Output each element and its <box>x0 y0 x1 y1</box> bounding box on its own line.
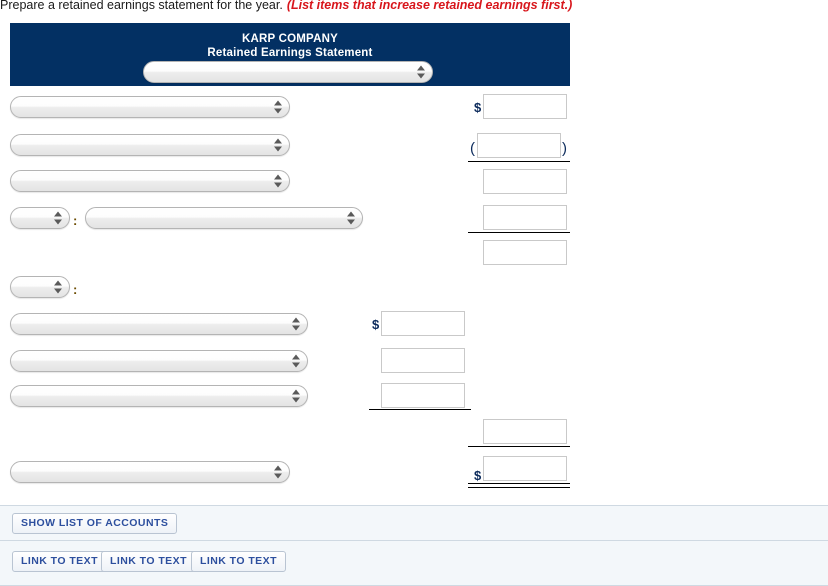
link-to-text-button-1[interactable]: LINK TO TEXT <box>12 551 107 572</box>
row-2-select-wrap[interactable] <box>10 134 290 156</box>
statement-period-select-wrap[interactable] <box>143 61 433 83</box>
row-4-amount-input[interactable] <box>483 205 567 230</box>
action-footer: SHOW LIST OF ACCOUNTS LINK TO TEXT LINK … <box>0 505 828 586</box>
row-9-select-wrap[interactable] <box>10 385 308 407</box>
row-6-separator: : <box>73 282 78 297</box>
row-2-amount-input[interactable] <box>477 133 561 158</box>
row-4-select-wrap[interactable] <box>85 207 363 229</box>
show-list-of-accounts-button[interactable]: SHOW LIST OF ACCOUNTS <box>12 513 178 534</box>
row-9-account-select[interactable] <box>10 385 308 407</box>
row-1-currency-symbol: $ <box>474 100 482 115</box>
row-2-underline <box>468 161 570 162</box>
row-8-account-select[interactable] <box>10 350 308 372</box>
row-7-account-select[interactable] <box>10 313 308 335</box>
row-8-select-wrap[interactable] <box>10 350 308 372</box>
question-prompt: Prepare a retained earnings statement fo… <box>0 0 828 12</box>
row-9-amount-input[interactable] <box>381 383 465 408</box>
row-3-account-select[interactable] <box>10 170 290 192</box>
row-11-account-select[interactable] <box>10 461 290 483</box>
row-11-select-wrap[interactable] <box>10 461 290 483</box>
row-3-amount-input[interactable] <box>483 169 567 194</box>
row-4-account-select[interactable] <box>85 207 363 229</box>
statement-title: Retained Earnings Statement <box>207 47 373 59</box>
row-3-select-wrap[interactable] <box>10 170 290 192</box>
prompt-hint: (List items that increase retained earni… <box>286 0 573 12</box>
row-5-subtotal-input[interactable] <box>483 240 567 265</box>
row-4-separator: : <box>73 213 78 228</box>
row-6-period-select[interactable] <box>10 276 70 298</box>
statement-period-select[interactable] <box>143 61 433 83</box>
prompt-text: Prepare a retained earnings statement fo… <box>0 0 283 12</box>
row-4-small-select-wrap[interactable] <box>10 207 70 229</box>
company-name: KARP COMPANY <box>242 33 338 45</box>
row-11-total-input[interactable] <box>483 456 567 481</box>
row-11-currency-symbol: $ <box>474 468 482 483</box>
row-9-underline <box>369 409 471 410</box>
row-8-amount-input[interactable] <box>381 348 465 373</box>
row-10-underline <box>468 446 570 447</box>
row-7-amount-input[interactable] <box>381 311 465 336</box>
row-11-double-underline <box>468 483 570 488</box>
row-2-close-paren: ) <box>562 140 567 157</box>
row-7-currency-symbol: $ <box>372 317 380 332</box>
link-to-text-button-2[interactable]: LINK TO TEXT <box>101 551 196 572</box>
row-7-select-wrap[interactable] <box>10 313 308 335</box>
row-4-period-select[interactable] <box>10 207 70 229</box>
link-to-text-button-3[interactable]: LINK TO TEXT <box>191 551 286 572</box>
row-1-select-wrap[interactable] <box>10 96 290 118</box>
row-10-subtotal-input[interactable] <box>483 419 567 444</box>
row-2-account-select[interactable] <box>10 134 290 156</box>
footer-divider <box>0 540 828 541</box>
row-6-small-select-wrap[interactable] <box>10 276 70 298</box>
row-1-account-select[interactable] <box>10 96 290 118</box>
row-2-open-paren: ( <box>470 140 475 157</box>
row-4-underline <box>468 232 570 233</box>
row-1-amount-input[interactable] <box>483 94 567 119</box>
